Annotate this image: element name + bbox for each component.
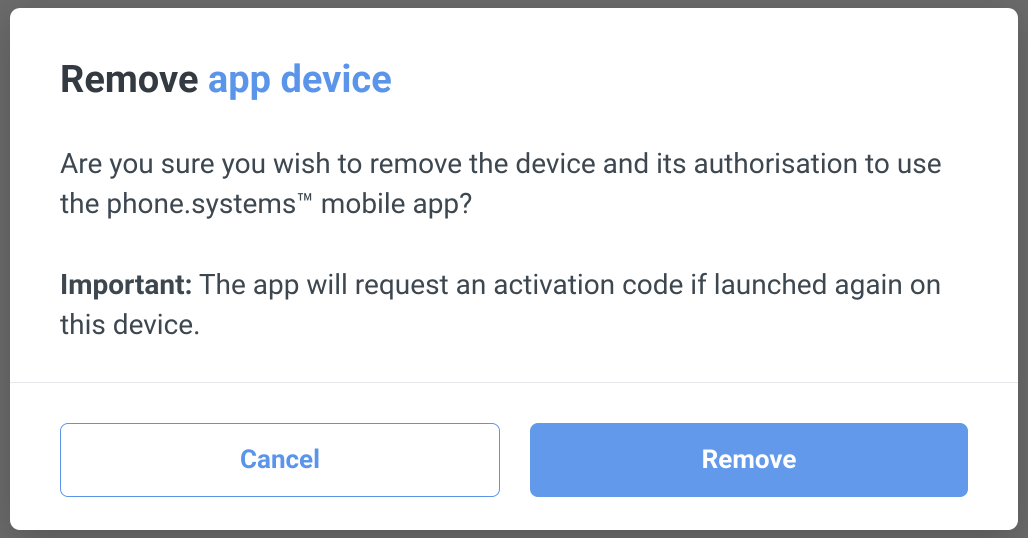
dialog-important-note: Important: The app will request an activ… <box>60 265 968 346</box>
dialog-title: Remove app device <box>60 58 968 104</box>
important-text: The app will request an activation code … <box>60 268 941 342</box>
dialog-confirmation-text: Are you sure you wish to remove the devi… <box>60 144 968 225</box>
dialog-content: Remove app device Are you sure you wish … <box>10 8 1018 382</box>
cancel-button[interactable]: Cancel <box>60 423 500 497</box>
important-label: Important: <box>60 268 192 301</box>
dialog-body: Are you sure you wish to remove the devi… <box>60 144 968 346</box>
dialog-footer: Cancel Remove <box>10 382 1018 537</box>
dialog-title-prefix: Remove <box>60 58 208 102</box>
remove-button[interactable]: Remove <box>530 423 968 497</box>
dialog-title-accent: app device <box>208 58 392 102</box>
remove-device-dialog: Remove app device Are you sure you wish … <box>10 8 1018 530</box>
